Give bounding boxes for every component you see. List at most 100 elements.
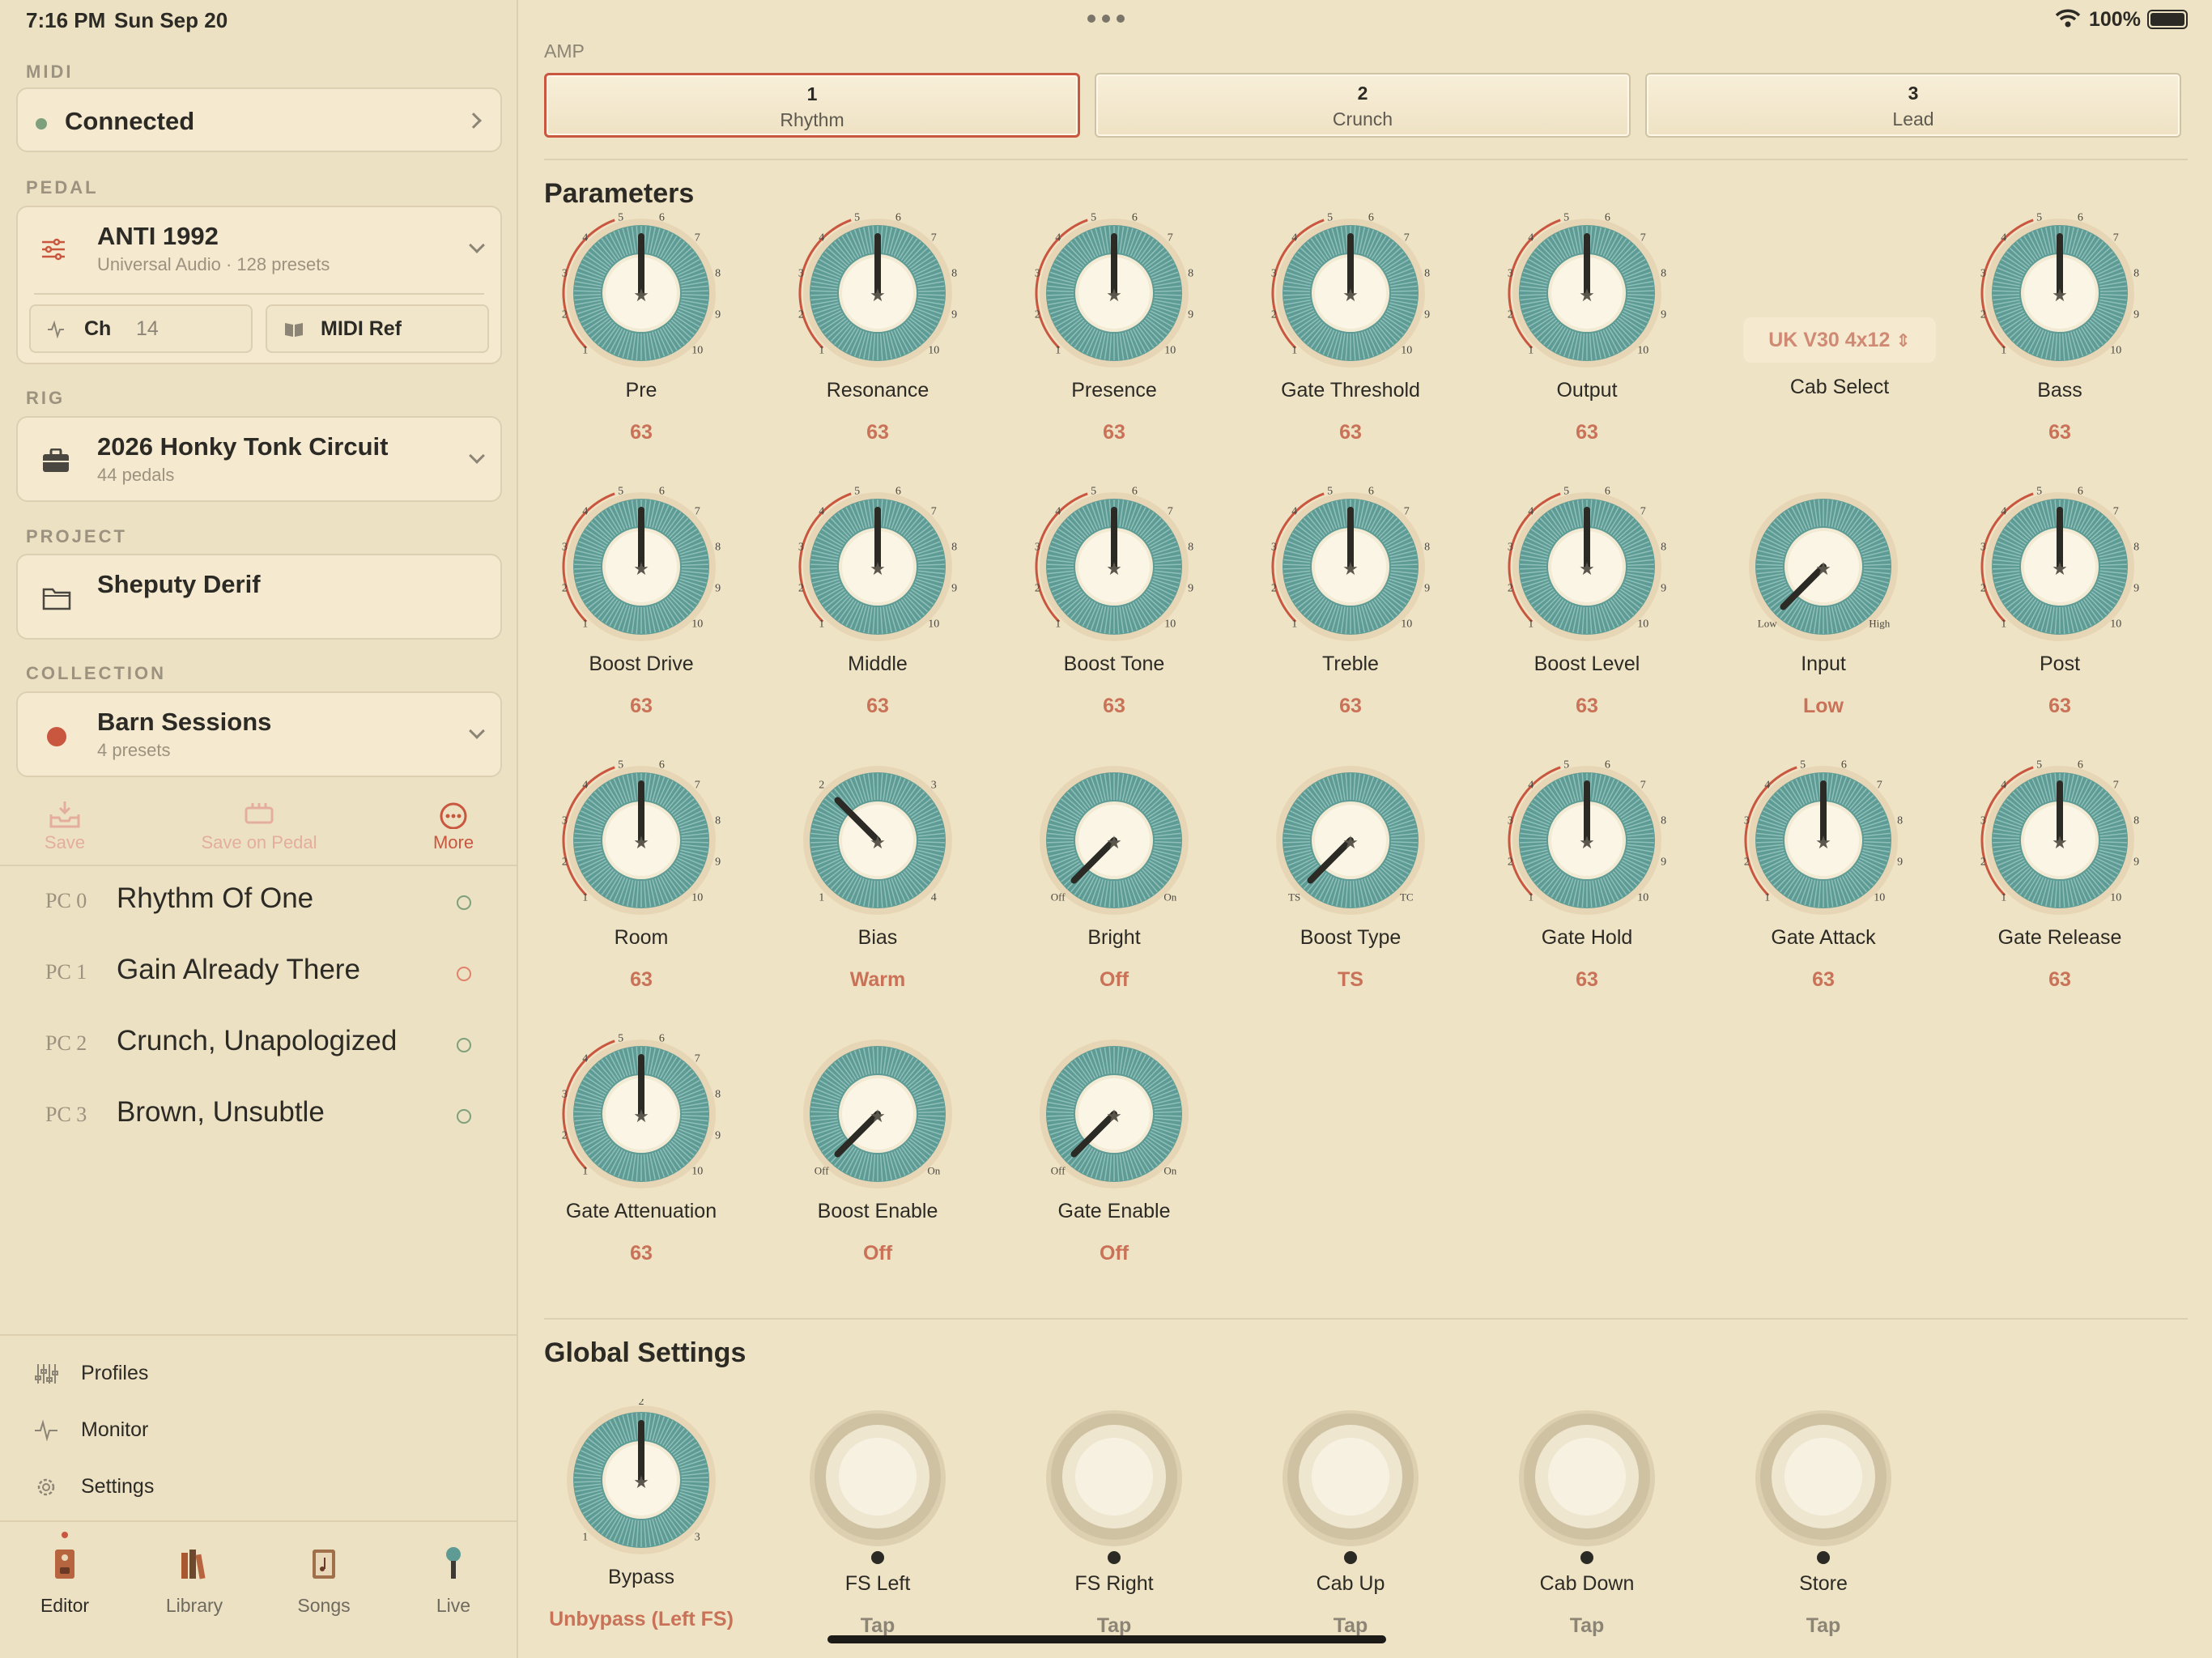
- room-knob[interactable]: ★ 1 2 3 4 5 6 7 8 9 10 Room 63: [544, 759, 738, 1002]
- tab-songs[interactable]: Songs: [259, 1522, 389, 1627]
- monitor-nav-item[interactable]: Monitor: [0, 1409, 518, 1454]
- tab-editor[interactable]: Editor: [0, 1522, 130, 1627]
- svg-text:4: 4: [2001, 232, 2006, 244]
- knob-dial-icon[interactable]: ★ 1 2 3 4 5 6 7 8 9 10: [1742, 759, 1904, 921]
- boost-level-knob[interactable]: ★ 1 2 3 4 5 6 7 8 9 10 Boost Level 63: [1490, 486, 1684, 729]
- settings-nav-item[interactable]: Settings: [0, 1465, 518, 1511]
- preset-item[interactable]: PC 0 Rhythm Of One: [0, 866, 518, 937]
- tab-live[interactable]: Live: [389, 1522, 518, 1627]
- knob-dial-icon[interactable]: ★ 1 2 3 4 5 6 7 8 9 10: [797, 212, 959, 374]
- gate-threshold-knob[interactable]: ★ 1 2 3 4 5 6 7 8 9 10 Gate Threshold 63: [1253, 212, 1448, 455]
- cab-select-dropdown[interactable]: UK V30 4x12 ⇕: [1743, 317, 1936, 363]
- rig-selector[interactable]: 2026 Honky Tonk Circuit 44 pedals: [16, 416, 502, 502]
- svg-text:3: 3: [1035, 542, 1040, 554]
- knob-dial-icon[interactable]: ★ 1 2 3 4 5 6 7 8 9 10: [797, 486, 959, 648]
- svg-text:2: 2: [1035, 582, 1040, 594]
- svg-text:8: 8: [2133, 815, 2139, 827]
- svg-text:9: 9: [715, 308, 721, 321]
- multitask-dots-icon[interactable]: [1087, 15, 1126, 23]
- fs-left-footswitch[interactable]: FS Left Tap: [781, 1399, 975, 1658]
- gate-hold-knob[interactable]: ★ 1 2 3 4 5 6 7 8 9 10 Gate Hold 63: [1490, 759, 1684, 1002]
- svg-text:7: 7: [695, 1053, 700, 1065]
- preset-item[interactable]: PC 1 Gain Already There: [0, 937, 518, 1009]
- store-footswitch[interactable]: Store Tap: [1726, 1399, 1921, 1658]
- bass-knob[interactable]: ★ 1 2 3 4 5 6 7 8 9 10 Bass 63: [1963, 212, 2157, 455]
- knob-dial-icon[interactable]: ★ 1 2 3 4 5 6 7 8 9 10: [1270, 212, 1431, 374]
- bypass-knob[interactable]: ★ 1 2 3 Bypass Unbypass (Left FS): [544, 1399, 738, 1642]
- post-knob[interactable]: ★ 1 2 3 4 5 6 7 8 9 10 Post 63: [1963, 486, 2157, 729]
- boost-drive-knob[interactable]: ★ 1 2 3 4 5 6 7 8 9 10 Boost Drive 63: [544, 486, 738, 729]
- knob-dial-icon[interactable]: ★ 1 2 3 4 5 6 7 8 9 10: [560, 759, 722, 921]
- preset-item[interactable]: PC 3 Brown, Unsubtle: [0, 1080, 518, 1151]
- fs-right-footswitch[interactable]: FS Right Tap: [1017, 1399, 1211, 1658]
- knob-dial-icon[interactable]: ★ 1 2 3: [560, 1399, 722, 1561]
- boost-enable-knob[interactable]: ★ Off On Boost Enable Off: [781, 1033, 975, 1276]
- tab-songs-label: Songs: [297, 1595, 351, 1616]
- gate-enable-knob[interactable]: ★ Off On Gate Enable Off: [1017, 1033, 1211, 1276]
- preset-status-dot: [457, 1038, 471, 1052]
- gate-release-knob[interactable]: ★ 1 2 3 4 5 6 7 8 9 10 Gate Release 63: [1963, 759, 2157, 1002]
- boost-tone-knob[interactable]: ★ 1 2 3 4 5 6 7 8 9 10 Boost Tone 63: [1017, 486, 1211, 729]
- preset-item[interactable]: PC 2 Crunch, Unapologized: [0, 1009, 518, 1080]
- knob-value: 63: [1339, 695, 1362, 717]
- knob-dial-icon[interactable]: ★ Off On: [1033, 1033, 1195, 1195]
- middle-knob[interactable]: ★ 1 2 3 4 5 6 7 8 9 10 Middle 63: [781, 486, 975, 729]
- collection-selector[interactable]: Barn Sessions 4 presets: [16, 691, 502, 777]
- cab-up-footswitch[interactable]: Cab Up Tap: [1253, 1399, 1448, 1658]
- midi-status-card[interactable]: Connected: [16, 87, 502, 152]
- knob-label: Boost Level: [1534, 653, 1640, 675]
- knob-dial-icon[interactable]: ★ TS TC: [1270, 759, 1431, 921]
- knob-value: 63: [1339, 421, 1362, 444]
- bias-knob[interactable]: ★ 1 2 3 4 Bias Warm: [781, 759, 975, 1002]
- knob-dial-icon[interactable]: ★ 1 2 3 4 5 6 7 8 9 10: [1033, 486, 1195, 648]
- knob-dial-icon[interactable]: ★ Off On: [1033, 759, 1195, 921]
- cab-down-footswitch[interactable]: Cab Down Tap: [1490, 1399, 1684, 1658]
- more-button[interactable]: More: [405, 800, 502, 865]
- knob-dial-icon[interactable]: ★ 1 2 3 4 5 6 7 8 9 10: [1270, 486, 1431, 648]
- resonance-knob[interactable]: ★ 1 2 3 4 5 6 7 8 9 10 Resonance 63: [781, 212, 975, 455]
- knob-dial-icon[interactable]: ★ Off On: [797, 1033, 959, 1195]
- midi-ref-button[interactable]: MIDI Ref: [266, 304, 489, 353]
- bright-knob[interactable]: ★ Off On Bright Off: [1017, 759, 1211, 1002]
- chevron-down-icon: [469, 237, 485, 253]
- amp-channel-1-button[interactable]: 1 Rhythm: [544, 73, 1080, 138]
- save-on-pedal-button[interactable]: Save on Pedal: [178, 800, 340, 865]
- svg-text:3: 3: [1035, 268, 1040, 280]
- svg-text:6: 6: [659, 759, 665, 771]
- svg-text:1: 1: [1055, 344, 1061, 356]
- channel-button[interactable]: Ch 14: [29, 304, 253, 353]
- knob-dial-icon[interactable]: ★ 1 2 3 4 5 6 7 8 9 10: [560, 486, 722, 648]
- profiles-nav-item[interactable]: Profiles: [0, 1352, 518, 1397]
- input-knob[interactable]: ★ Low High Input Low: [1726, 486, 1921, 729]
- boost-type-knob[interactable]: ★ TS TC Boost Type TS: [1253, 759, 1448, 1002]
- pre-knob[interactable]: ★ 1 2 3 4 5 6 7 8 9 10 Pre 63: [544, 212, 738, 455]
- knob-value: 63: [1576, 421, 1598, 444]
- knob-dial-icon[interactable]: ★ 1 2 3 4 5 6 7 8 9 10: [1506, 486, 1668, 648]
- knob-dial-icon[interactable]: ★ 1 2 3 4 5 6 7 8 9 10: [1506, 212, 1668, 374]
- treble-knob[interactable]: ★ 1 2 3 4 5 6 7 8 9 10 Treble 63: [1253, 486, 1448, 729]
- knob-dial-icon[interactable]: ★ 1 2 3 4 5 6 7 8 9 10: [1506, 759, 1668, 921]
- output-knob[interactable]: ★ 1 2 3 4 5 6 7 8 9 10 Output 63: [1490, 212, 1684, 455]
- knob-dial-icon[interactable]: ★ 1 2 3 4 5 6 7 8 9 10: [560, 212, 722, 374]
- knob-dial-icon[interactable]: ★ 1 2 3 4 5 6 7 8 9 10: [1979, 759, 2141, 921]
- pedal-name: ANTI 1992: [97, 222, 219, 250]
- svg-text:6: 6: [659, 1033, 665, 1044]
- gate-attenuation-knob[interactable]: ★ 1 2 3 4 5 6 7 8 9 10 Gate Attenuation 63: [544, 1033, 738, 1276]
- knob-dial-icon[interactable]: ★ 1 2 3 4 5 6 7 8 9 10: [1979, 486, 2141, 648]
- save-button[interactable]: Save: [16, 800, 113, 865]
- knob-dial-icon[interactable]: ★ 1 2 3 4: [797, 759, 959, 921]
- knob-dial-icon[interactable]: ★ Low High: [1742, 486, 1904, 648]
- cab-select[interactable]: UK V30 4x12 ⇕ Cab Select: [1742, 317, 1937, 414]
- knob-dial-icon[interactable]: ★ 1 2 3 4 5 6 7 8 9 10: [1033, 212, 1195, 374]
- tab-library[interactable]: Library: [130, 1522, 259, 1627]
- footswitch-label: FS Left: [844, 1572, 911, 1595]
- amp-channel-3-button[interactable]: 3 Lead: [1645, 73, 2181, 138]
- pedal-selector[interactable]: ANTI 1992 Universal Audio · 128 presets: [18, 207, 500, 291]
- presence-knob[interactable]: ★ 1 2 3 4 5 6 7 8 9 10 Presence 63: [1017, 212, 1211, 455]
- amp-channel-2-button[interactable]: 2 Crunch: [1095, 73, 1631, 138]
- amp-channel-label: Lead: [1892, 108, 1934, 130]
- project-selector[interactable]: Sheputy Derif: [16, 554, 502, 640]
- knob-dial-icon[interactable]: ★ 1 2 3 4 5 6 7 8 9 10: [1979, 212, 2141, 374]
- gate-attack-knob[interactable]: ★ 1 2 3 4 5 6 7 8 9 10 Gate Attack 63: [1726, 759, 1921, 1002]
- knob-dial-icon[interactable]: ★ 1 2 3 4 5 6 7 8 9 10: [560, 1033, 722, 1195]
